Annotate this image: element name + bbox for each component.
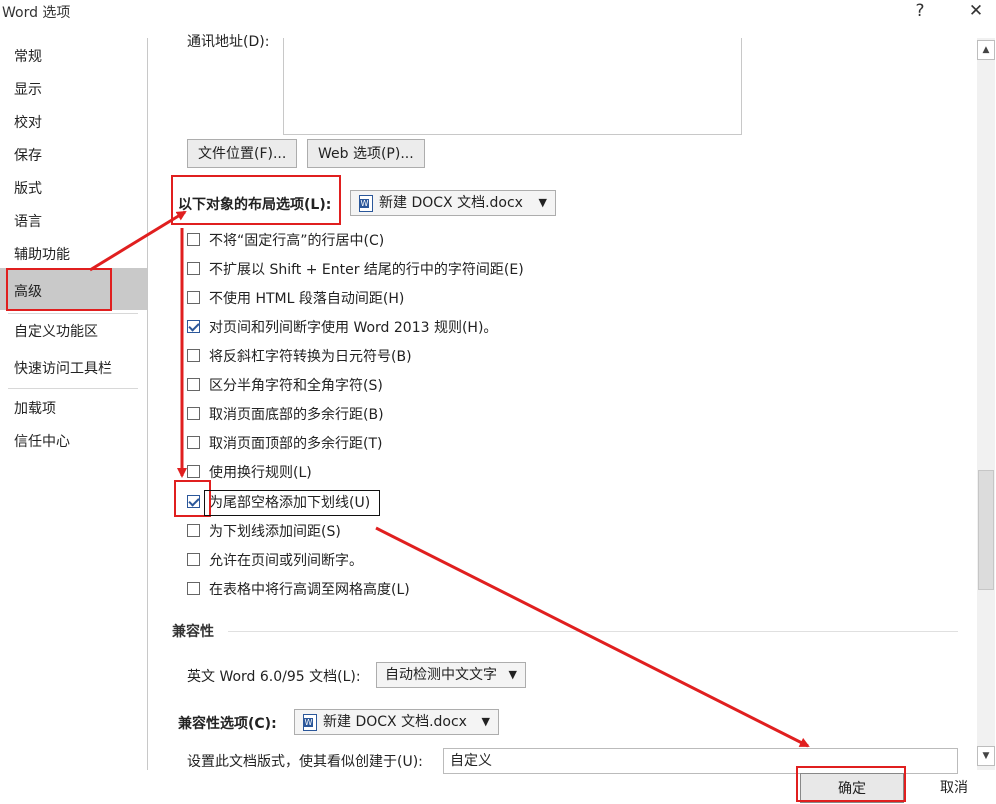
help-button[interactable]: ? <box>900 0 940 22</box>
word-document-icon <box>359 194 373 212</box>
checkbox-label: 使用换行规则(L) <box>209 465 312 481</box>
checkbox-checked[interactable] <box>187 320 200 333</box>
vertical-scrollbar[interactable]: ▲ ▼ <box>977 38 995 770</box>
layout-created-select-value: 自定义 <box>450 753 492 769</box>
compat-section-heading: 兼容性 <box>172 624 214 640</box>
sidebar-item-save[interactable]: 保存 <box>14 145 42 165</box>
layout-document-select-value: 新建 DOCX 文档.docx <box>379 195 523 211</box>
checkbox[interactable] <box>187 291 200 304</box>
checkbox-label: 区分半角字符和全角字符(S) <box>209 378 383 394</box>
sidebar-item-addins[interactable]: 加载项 <box>14 398 56 418</box>
checkbox-label: 不扩展以 Shift + Enter 结尾的行中的字符间距(E) <box>209 262 524 278</box>
close-button[interactable]: ✕ <box>956 0 996 22</box>
checkbox-label: 不将“固定行高”的行居中(C) <box>209 233 385 249</box>
chevron-down-icon: ▼ <box>508 668 517 681</box>
annotation-box-ok <box>796 766 906 802</box>
checkbox-label: 取消页面顶部的多余行距(T) <box>209 436 383 452</box>
checkbox[interactable] <box>187 349 200 362</box>
sidebar-divider <box>8 388 138 389</box>
window-title: Word 选项 <box>2 5 71 21</box>
sidebar-item-proofing[interactable]: 校对 <box>14 112 42 132</box>
checkbox-label: 允许在页间或列间断字。 <box>209 553 363 569</box>
sidebar-item-general[interactable]: 常规 <box>14 46 42 66</box>
compat-document-select-value: 新建 DOCX 文档.docx <box>323 714 467 730</box>
checkbox-label: 在表格中将行高调至网格高度(L) <box>209 582 410 598</box>
english-word-label: 英文 Word 6.0/95 文档(L): <box>187 669 361 685</box>
section-divider <box>228 631 958 632</box>
checkbox[interactable] <box>187 524 200 537</box>
checkbox[interactable] <box>187 436 200 449</box>
sidebar-item-quick-access[interactable]: 快速访问工具栏 <box>14 358 112 378</box>
highlight-box-checkbox-label <box>204 490 380 516</box>
annotation-box-layout-options <box>171 175 341 225</box>
checkbox-label: 为下划线添加间距(S) <box>209 524 341 540</box>
chevron-down-icon: ▼ <box>481 715 490 728</box>
english-word-select[interactable]: 自动检测中文文字 ▼ <box>376 662 526 688</box>
layout-created-label: 设置此文档版式，使其看似创建于(U): <box>187 754 423 770</box>
checkbox-label: 不使用 HTML 段落自动间距(H) <box>209 291 405 307</box>
checkbox[interactable] <box>187 378 200 391</box>
address-label: 通讯地址(D): <box>187 34 270 50</box>
annotation-box-advanced <box>6 268 112 311</box>
compat-options-label: 兼容性选项(C): <box>178 716 277 732</box>
sidebar-item-display[interactable]: 显示 <box>14 79 42 99</box>
checkbox-label: 取消页面底部的多余行距(B) <box>209 407 384 423</box>
checkbox[interactable] <box>187 582 200 595</box>
checkbox[interactable] <box>187 465 200 478</box>
file-locations-button[interactable]: 文件位置(F)... <box>187 139 298 168</box>
sidebar-item-language[interactable]: 语言 <box>14 211 42 231</box>
english-word-select-value: 自动检测中文文字 <box>385 667 497 683</box>
scroll-up-icon[interactable]: ▲ <box>977 40 995 60</box>
checkbox[interactable] <box>187 553 200 566</box>
sidebar-item-accessibility[interactable]: 辅助功能 <box>14 244 70 264</box>
checkbox-label: 对页间和列间断字使用 Word 2013 规则(H)。 <box>209 320 498 336</box>
scroll-down-icon[interactable]: ▼ <box>977 746 995 766</box>
sidebar-nav: 常规 显示 校对 保存 版式 语言 辅助功能 高级 自定义功能区 快速访问工具栏… <box>0 38 148 770</box>
cancel-button[interactable]: 取消 <box>912 773 996 803</box>
sidebar-item-trust-center[interactable]: 信任中心 <box>14 431 70 451</box>
checkbox[interactable] <box>187 262 200 275</box>
sidebar-item-customize-ribbon[interactable]: 自定义功能区 <box>14 321 98 341</box>
layout-document-select[interactable]: 新建 DOCX 文档.docx ▼ <box>350 190 556 216</box>
checkbox[interactable] <box>187 407 200 420</box>
compat-document-select[interactable]: 新建 DOCX 文档.docx ▼ <box>294 709 499 735</box>
sidebar-item-typography[interactable]: 版式 <box>14 178 42 198</box>
checkbox[interactable] <box>187 233 200 246</box>
web-options-button[interactable]: Web 选项(P)... <box>307 139 425 168</box>
scrollbar-thumb[interactable] <box>978 470 994 590</box>
chevron-down-icon: ▼ <box>538 196 547 209</box>
address-textarea[interactable] <box>283 38 742 135</box>
sidebar-divider <box>8 313 138 314</box>
word-document-icon <box>303 713 317 731</box>
checkbox-label: 将反斜杠字符转换为日元符号(B) <box>209 349 412 365</box>
